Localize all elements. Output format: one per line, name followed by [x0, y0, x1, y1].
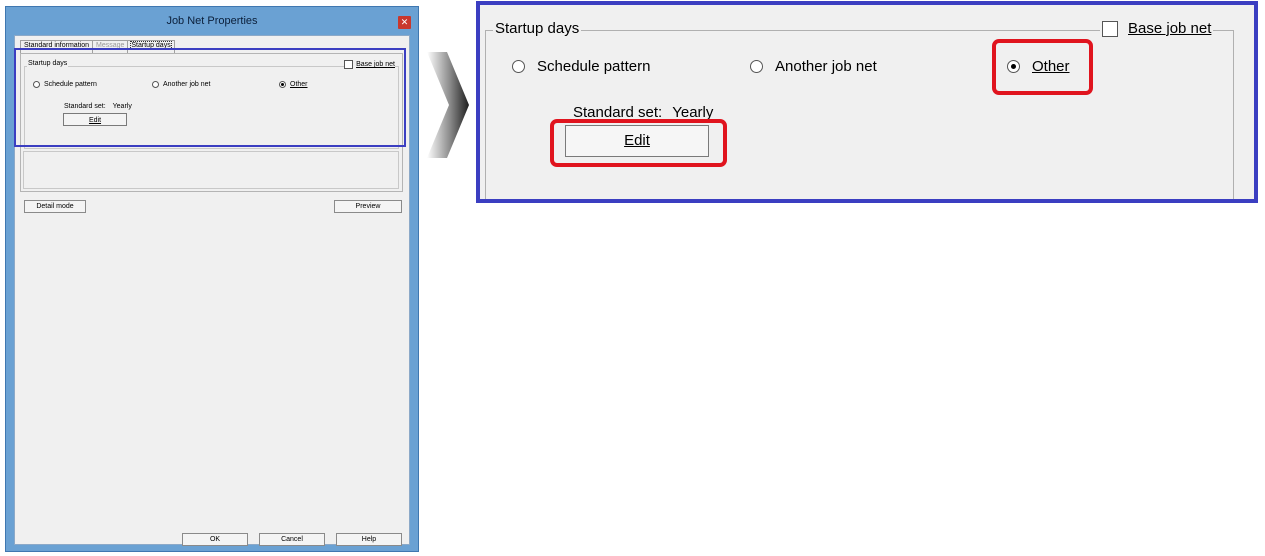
- zoom-startup-days-legend: Startup days: [493, 20, 582, 37]
- radio-circle[interactable]: [750, 60, 763, 73]
- close-icon: ✕: [400, 17, 409, 27]
- title-bar[interactable]: Job Net Properties ✕: [6, 7, 418, 35]
- zoom-radio-another-job-net[interactable]: Another job net: [750, 58, 877, 75]
- zoomed-startup-days-panel: Startup days Base job net Schedule patte…: [476, 1, 1258, 203]
- detail-mode-button[interactable]: Detail mode: [24, 200, 86, 213]
- cancel-button[interactable]: Cancel: [259, 533, 325, 546]
- ok-button[interactable]: OK: [182, 533, 248, 546]
- dialog-title: Job Net Properties: [166, 15, 258, 27]
- highlight-edit-button: [550, 119, 727, 167]
- zoom-base-job-net-checkbox[interactable]: Base job net: [1100, 20, 1214, 37]
- chevron-right-icon: [427, 52, 469, 158]
- help-button[interactable]: Help: [336, 533, 402, 546]
- checkbox-box[interactable]: [1102, 20, 1118, 37]
- highlight-box-small: [14, 48, 406, 147]
- zoom-radio-schedule-pattern[interactable]: Schedule pattern: [512, 58, 650, 75]
- preview-button[interactable]: Preview: [334, 200, 402, 213]
- zoom-base-job-net-label: Base job net: [1128, 20, 1212, 37]
- highlight-other-option: [992, 39, 1093, 95]
- details-box: [23, 151, 399, 189]
- radio-circle[interactable]: [512, 60, 525, 73]
- close-button[interactable]: ✕: [398, 16, 411, 29]
